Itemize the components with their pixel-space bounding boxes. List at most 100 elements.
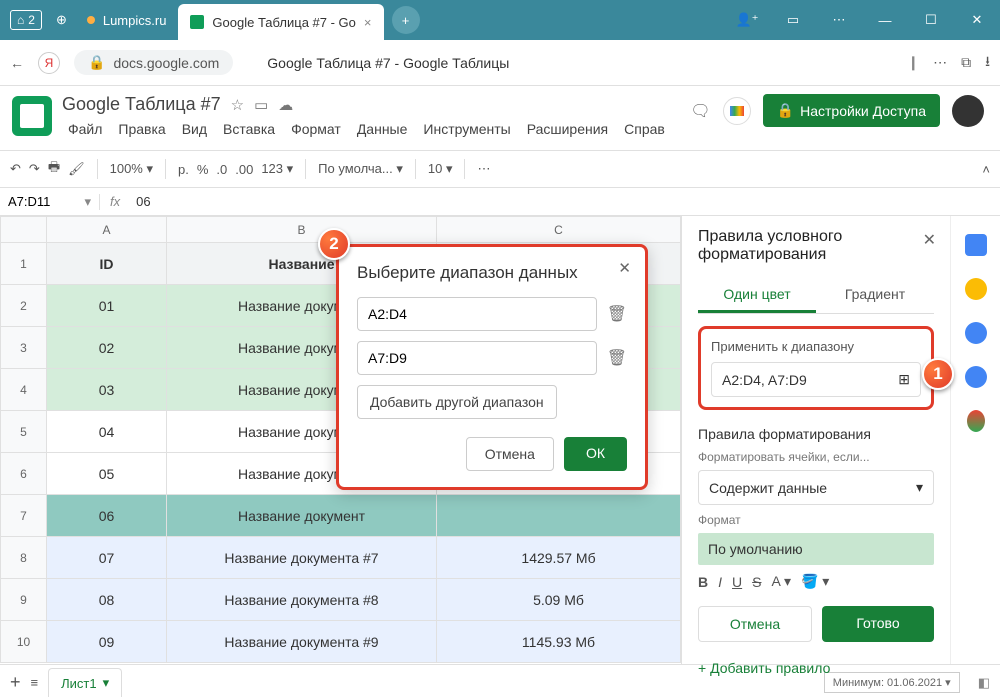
menu-format[interactable]: Формат — [285, 119, 347, 139]
tabs-overview-icon[interactable]: ▭ — [770, 0, 816, 40]
comments-icon[interactable]: 🗨 — [690, 101, 710, 121]
cell[interactable]: 04 — [47, 411, 167, 453]
cell[interactable]: 05 — [47, 453, 167, 495]
cell[interactable]: 07 — [47, 537, 167, 579]
explore-button[interactable]: ◧ — [978, 675, 990, 691]
row-header[interactable]: 10 — [1, 621, 47, 663]
font-size-select[interactable]: 10 ▾ — [428, 161, 453, 177]
condition-select[interactable]: Содержит данные▾ — [698, 470, 934, 505]
maps-icon[interactable] — [967, 410, 985, 432]
add-range-button[interactable]: Добавить другой диапазон — [357, 385, 557, 419]
row-header[interactable]: 5 — [1, 411, 47, 453]
name-box[interactable]: A7:D11▾ — [0, 194, 100, 210]
cell[interactable]: 1429.57 Мб — [437, 537, 681, 579]
cell[interactable]: 02 — [47, 327, 167, 369]
cell[interactable]: 03 — [47, 369, 167, 411]
downloads-icon[interactable]: ⭳ — [985, 51, 990, 75]
maximize-button[interactable]: ☐ — [908, 0, 954, 40]
menu-extensions[interactable]: Расширения — [521, 119, 614, 139]
menu-edit[interactable]: Правка — [112, 119, 171, 139]
font-select[interactable]: По умолча... ▾ — [318, 161, 403, 177]
all-sheets-button[interactable]: ≡ — [31, 675, 39, 690]
percent-button[interactable]: % — [197, 162, 209, 177]
strikethrough-button[interactable]: S — [752, 574, 761, 590]
bold-button[interactable]: B — [698, 574, 708, 590]
cell[interactable]: Название документа #8 — [167, 579, 437, 621]
add-rule-button[interactable]: + Добавить правило — [698, 660, 934, 676]
cell[interactable]: 08 — [47, 579, 167, 621]
column-header[interactable]: A — [47, 217, 167, 243]
star-icon[interactable]: ☆ — [231, 96, 244, 114]
text-color-button[interactable]: A ▾ — [771, 573, 790, 590]
folder-move-icon[interactable]: ▭ — [254, 96, 268, 114]
menu-icon[interactable]: ⋯ — [816, 0, 862, 40]
keep-icon[interactable] — [965, 278, 987, 300]
panel-cancel-button[interactable]: Отмена — [698, 606, 812, 642]
sheet-tab[interactable]: Лист1 ▾ — [48, 668, 122, 697]
row-header[interactable]: 4 — [1, 369, 47, 411]
column-header[interactable]: B — [167, 217, 437, 243]
delete-range-icon[interactable]: 🗑 — [607, 304, 627, 324]
contacts-icon[interactable] — [965, 366, 987, 388]
browser-tab-1[interactable]: Lumpics.ru — [75, 0, 179, 40]
table-row[interactable]: 908Название документа #85.09 Мб — [1, 579, 681, 621]
more-toolbar-button[interactable]: ⋯ — [477, 161, 490, 177]
table-row[interactable]: 807Название документа #71429.57 Мб — [1, 537, 681, 579]
menu-view[interactable]: Вид — [176, 119, 213, 139]
menu-insert[interactable]: Вставка — [217, 119, 281, 139]
row-header[interactable]: 3 — [1, 327, 47, 369]
dialog-close-button[interactable]: ✕ — [618, 259, 631, 277]
more-formats-button[interactable]: 123 ▾ — [261, 161, 293, 177]
meet-icon[interactable] — [723, 97, 751, 125]
document-title[interactable]: Google Таблица #7 — [62, 94, 221, 115]
row-header[interactable]: 9 — [1, 579, 47, 621]
column-header[interactable]: C — [437, 217, 681, 243]
decrease-decimal-button[interactable]: .0 — [216, 162, 227, 177]
close-window-button[interactable]: ✕ — [954, 0, 1000, 40]
menu-help[interactable]: Справ — [618, 119, 671, 139]
row-header[interactable]: 1 — [1, 243, 47, 285]
panel-done-button[interactable]: Готово — [822, 606, 934, 642]
row-header[interactable]: 7 — [1, 495, 47, 537]
grid-select-icon[interactable]: ⊞ — [898, 371, 910, 388]
browser-tab-2[interactable]: Google Таблица #7 - Go × — [178, 4, 383, 40]
cell[interactable]: 5.09 Мб — [437, 579, 681, 621]
range-input-2[interactable] — [357, 341, 597, 375]
sheets-logo-icon[interactable] — [12, 96, 52, 136]
row-header[interactable]: 8 — [1, 537, 47, 579]
bookmark-icon[interactable]: ❙ — [907, 54, 919, 71]
select-all-corner[interactable] — [1, 217, 47, 243]
home-button[interactable]: ⌂ 2 — [10, 10, 42, 30]
table-row[interactable]: 1009Название документа #91145.93 Мб — [1, 621, 681, 663]
cell[interactable]: 01 — [47, 285, 167, 327]
fill-color-button[interactable]: 🪣 ▾ — [801, 573, 829, 590]
cell[interactable]: Название документ — [167, 495, 437, 537]
extensions-icon[interactable]: ⧉ — [961, 54, 971, 71]
range-input[interactable]: A2:D4, A7:D9 ⊞ — [711, 362, 921, 397]
menu-data[interactable]: Данные — [351, 119, 414, 139]
tasks-icon[interactable] — [965, 322, 987, 344]
close-panel-button[interactable]: ✕ — [923, 230, 936, 250]
cell[interactable]: 06 — [47, 495, 167, 537]
chevron-down-icon[interactable]: ▾ — [103, 675, 110, 691]
currency-button[interactable]: р. — [178, 162, 189, 177]
yandex-icon[interactable]: Я — [38, 52, 60, 74]
italic-button[interactable]: I — [718, 574, 722, 590]
undo-button[interactable]: ↶ — [10, 161, 21, 177]
new-tab-icon[interactable]: ⊕ — [48, 12, 75, 28]
menu-tools[interactable]: Инструменты — [417, 119, 516, 139]
cell[interactable]: Название документа #9 — [167, 621, 437, 663]
menu-file[interactable]: Файл — [62, 119, 108, 139]
delete-range-icon[interactable]: 🗑 — [607, 348, 627, 368]
cell[interactable]: ID — [47, 243, 167, 285]
paint-format-button[interactable]: 🖌 — [68, 161, 85, 177]
row-header[interactable]: 6 — [1, 453, 47, 495]
formula-value[interactable]: 06 — [130, 194, 156, 209]
cell[interactable] — [437, 495, 681, 537]
tab-single-color[interactable]: Один цвет — [698, 278, 816, 313]
dialog-ok-button[interactable]: ОК — [564, 437, 627, 471]
format-preview[interactable]: По умолчанию — [698, 533, 934, 565]
print-button[interactable]: 🖶 — [48, 158, 60, 180]
calendar-icon[interactable] — [965, 234, 987, 256]
add-sheet-button[interactable]: + — [10, 672, 21, 693]
